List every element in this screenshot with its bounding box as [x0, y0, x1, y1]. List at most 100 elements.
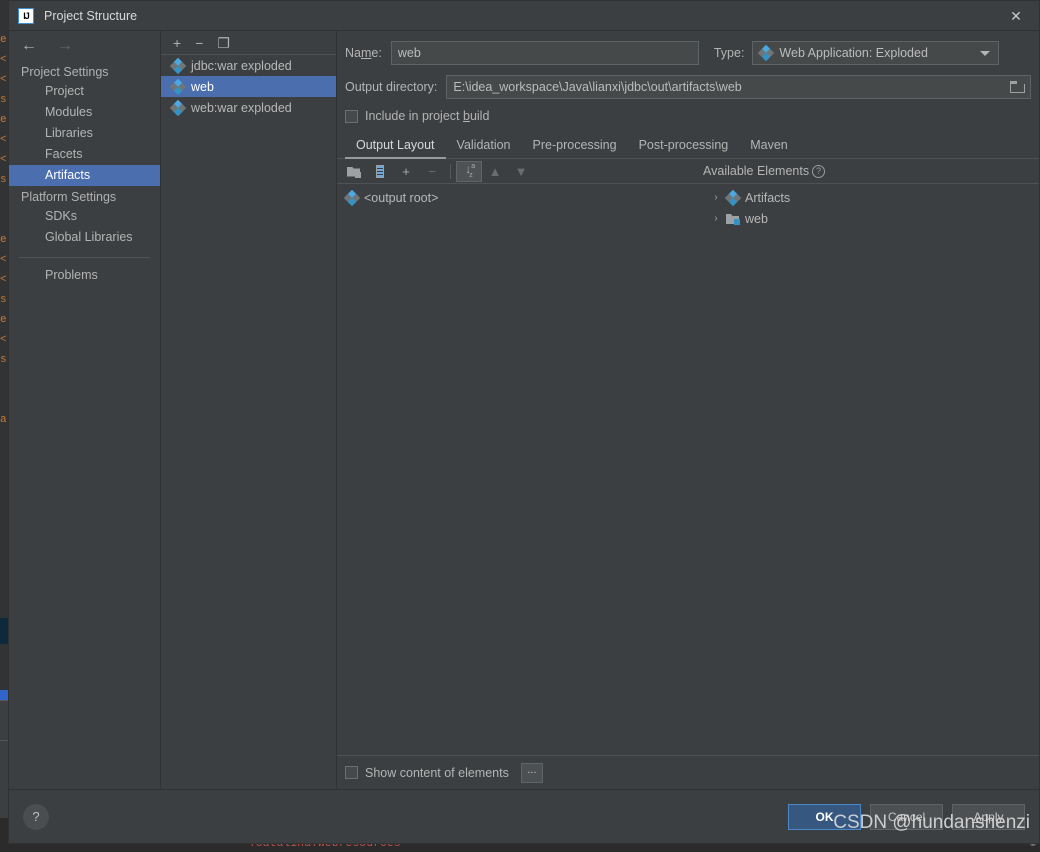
- tab-post-processing[interactable]: Post-processing: [628, 134, 740, 159]
- ok-button[interactable]: OK: [788, 803, 861, 830]
- tab-pre-processing[interactable]: Pre-processing: [522, 134, 628, 159]
- tree-node-artifacts[interactable]: › Artifacts: [689, 187, 1039, 208]
- cancel-button[interactable]: Cancel: [870, 803, 943, 830]
- remove-element-button[interactable]: −: [419, 161, 445, 182]
- artifact-tabs: Output Layout Validation Pre-processing …: [337, 131, 1039, 159]
- toolbar-separator: [450, 163, 451, 179]
- remove-artifact-button[interactable]: −: [195, 36, 203, 50]
- output-directory-row: Output directory:: [345, 75, 1031, 99]
- artifact-icon: [758, 44, 775, 62]
- archive-icon: [376, 164, 384, 178]
- close-icon[interactable]: ✕: [993, 1, 1039, 31]
- nav-group-platform-settings: Platform Settings: [21, 190, 117, 204]
- tree-node-label: web: [745, 211, 768, 226]
- apply-button[interactable]: Apply: [952, 803, 1025, 830]
- sidebar-item-libraries[interactable]: Libraries: [9, 123, 160, 144]
- artifacts-toolbar: + − ❐: [161, 31, 336, 55]
- help-icon[interactable]: ?: [812, 164, 826, 178]
- show-content-of-elements-checkbox[interactable]: Show content of elements: [345, 766, 509, 780]
- artifact-list-item-label: web:war exploded: [191, 100, 292, 115]
- more-options-button[interactable]: ...: [520, 762, 543, 783]
- dialog-body: ← → Project Settings Project Modules Lib…: [9, 31, 1039, 789]
- artifact-form: Name: Type: Web Application: Exploded Ou…: [337, 31, 1039, 131]
- sort-alphabetically-button[interactable]: ↓az: [456, 160, 482, 182]
- artifact-type-select[interactable]: Web Application: Exploded: [752, 41, 1000, 65]
- tab-maven[interactable]: Maven: [739, 134, 799, 159]
- available-elements-tree: › Artifacts › web: [689, 184, 1039, 755]
- nav-history-controls: ← →: [9, 31, 160, 61]
- artifact-icon: [724, 189, 742, 206]
- sidebar-item-modules[interactable]: Modules: [9, 102, 160, 123]
- chevron-right-icon[interactable]: ›: [711, 213, 721, 224]
- artifact-list-item[interactable]: web: [161, 76, 336, 97]
- move-down-button[interactable]: ▼: [508, 161, 534, 182]
- artifact-icon: [169, 99, 187, 116]
- show-content-of-elements-label: Show content of elements: [365, 765, 509, 780]
- tree-node-output-root[interactable]: <output root>: [337, 187, 689, 208]
- help-button[interactable]: ?: [23, 803, 49, 830]
- create-archive-button[interactable]: [367, 161, 393, 182]
- forward-arrow-icon[interactable]: →: [57, 38, 73, 54]
- sort-az-icon: ↓az: [465, 162, 476, 179]
- type-label: Type:: [713, 46, 745, 60]
- artifact-list-item[interactable]: web:war exploded: [161, 97, 336, 118]
- chevron-right-icon[interactable]: ›: [711, 192, 721, 203]
- back-arrow-icon[interactable]: ←: [21, 38, 37, 54]
- settings-nav: ← → Project Settings Project Modules Lib…: [9, 31, 161, 789]
- artifact-list-item[interactable]: jdbc:war exploded: [161, 55, 336, 76]
- artifacts-list-panel: + − ❐ jdbc:war exploded web web:war expl…: [161, 31, 337, 789]
- dialog-footer: ? OK Cancel Apply: [9, 789, 1039, 843]
- move-up-button[interactable]: ▲: [482, 161, 508, 182]
- output-directory-input[interactable]: [446, 75, 1031, 99]
- artifact-icon: [169, 57, 187, 74]
- artifact-editor: Name: Type: Web Application: Exploded Ou…: [337, 31, 1039, 789]
- artifact-type-value: Web Application: Exploded: [779, 46, 928, 60]
- checkbox-box: [345, 109, 358, 123]
- available-elements-pane: Available Elements ? › Artifacts › web: [689, 159, 1039, 755]
- include-in-build-row: Include in project build: [345, 109, 1031, 123]
- artifact-list-item-label: jdbc:war exploded: [191, 58, 292, 73]
- add-artifact-button[interactable]: +: [173, 36, 181, 50]
- tree-node-label: <output root>: [364, 190, 439, 205]
- nav-separator: [19, 257, 150, 258]
- name-and-type-row: Name: Type: Web Application: Exploded: [345, 41, 1031, 65]
- sidebar-item-problems[interactable]: Problems: [9, 265, 160, 286]
- sidebar-item-global-libraries[interactable]: Global Libraries: [9, 227, 160, 248]
- folder-plus-icon: [347, 165, 361, 178]
- output-directory-label: Output directory:: [345, 80, 438, 94]
- dialog-titlebar: IJ Project Structure ✕: [9, 1, 1039, 31]
- intellij-idea-icon: IJ: [18, 8, 34, 24]
- sidebar-item-sdks[interactable]: SDKs: [9, 206, 160, 227]
- dialog-action-buttons: OK Cancel Apply: [788, 803, 1025, 830]
- output-layout-toolbar: + − ↓az ▲ ▼: [337, 159, 689, 184]
- checkbox-box: [345, 766, 358, 779]
- titlebar-separator: [9, 30, 1039, 31]
- tab-validation[interactable]: Validation: [446, 134, 522, 159]
- chevron-down-icon: [980, 51, 991, 56]
- available-elements-header: Available Elements ?: [689, 159, 1039, 184]
- tree-node-label: Artifacts: [745, 190, 791, 205]
- sidebar-item-project[interactable]: Project: [9, 81, 160, 102]
- artifact-name-input[interactable]: [390, 41, 699, 65]
- name-label: Name:: [345, 46, 382, 60]
- output-layout-panes: + − ↓az ▲ ▼ <output root> Available Elem…: [337, 159, 1039, 755]
- create-directory-button[interactable]: [341, 161, 367, 182]
- project-structure-dialog: IJ Project Structure ✕ ← → Project Setti…: [8, 0, 1040, 844]
- artifact-list-item-label: web: [191, 79, 214, 94]
- copy-artifact-button[interactable]: ❐: [217, 36, 230, 50]
- tab-output-layout[interactable]: Output Layout: [345, 134, 446, 159]
- available-elements-title: Available Elements: [703, 164, 810, 178]
- sidebar-item-facets[interactable]: Facets: [9, 144, 160, 165]
- output-layout-tree: <output root>: [337, 184, 689, 755]
- sidebar-item-artifacts[interactable]: Artifacts: [9, 165, 160, 186]
- include-in-project-build-checkbox[interactable]: Include in project build: [345, 109, 489, 123]
- artifact-icon: [169, 78, 187, 95]
- include-in-project-build-label: Include in project build: [365, 109, 490, 123]
- artifact-icon: [343, 189, 361, 206]
- tree-node-web-module[interactable]: › web: [689, 208, 1039, 229]
- module-icon: [726, 212, 740, 225]
- output-layout-pane: + − ↓az ▲ ▼ <output root>: [337, 159, 689, 755]
- output-layout-footer: Show content of elements ...: [337, 755, 1039, 789]
- add-copy-of-button[interactable]: +: [393, 161, 419, 182]
- folder-icon[interactable]: [1010, 80, 1025, 93]
